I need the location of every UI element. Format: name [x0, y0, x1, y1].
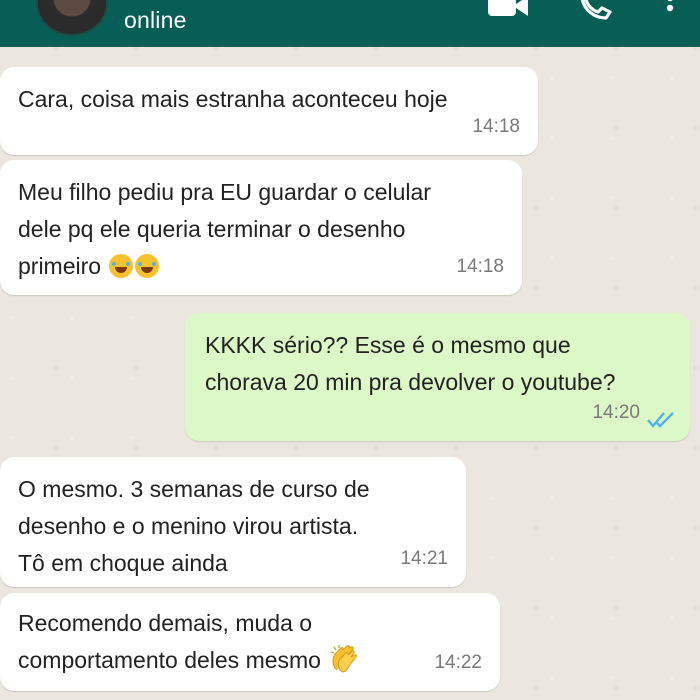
- message-time: 14:22: [434, 652, 482, 673]
- message-time: 14:18: [472, 116, 520, 137]
- message-text: Meu filho pediu pra EU guardar o celular…: [18, 179, 431, 279]
- message-time: 14:20: [592, 402, 640, 423]
- message-bubble-incoming[interactable]: O mesmo. 3 semanas de curso de desenho e…: [0, 457, 466, 587]
- contact-status: online: [124, 7, 187, 33]
- message-bubble-outgoing[interactable]: KKKK sério?? Esse é o mesmo que chorava …: [185, 313, 690, 441]
- video-call-icon[interactable]: [486, 0, 530, 20]
- clapping-hands-icon: [331, 645, 358, 673]
- face-with-tears-of-joy-icon: [135, 254, 160, 278]
- read-receipt-double-check-icon: [647, 412, 674, 428]
- message-text: KKKK sério?? Esse é o mesmo que chorava …: [205, 332, 616, 395]
- message-text: O mesmo. 3 semanas de curso de desenho e…: [18, 476, 370, 576]
- message-text: Cara, coisa mais estranha aconteceu hoje: [18, 86, 448, 112]
- message-bubble-incoming[interactable]: Meu filho pediu pra EU guardar o celular…: [0, 160, 522, 295]
- more-options-icon[interactable]: [664, 0, 676, 22]
- message-time: 14:21: [400, 548, 448, 569]
- message-bubble-incoming[interactable]: Recomendo demais, muda o comportamento d…: [0, 593, 500, 691]
- voice-call-icon[interactable]: [578, 0, 614, 22]
- message-bubble-incoming[interactable]: Cara, coisa mais estranha aconteceu hoje…: [0, 67, 538, 155]
- message-time: 14:18: [456, 256, 504, 277]
- chat-header: online: [0, 0, 700, 47]
- avatar[interactable]: [36, 0, 108, 36]
- face-with-tears-of-joy-icon: [109, 254, 134, 278]
- message-text: Recomendo demais, muda o comportamento d…: [18, 610, 321, 673]
